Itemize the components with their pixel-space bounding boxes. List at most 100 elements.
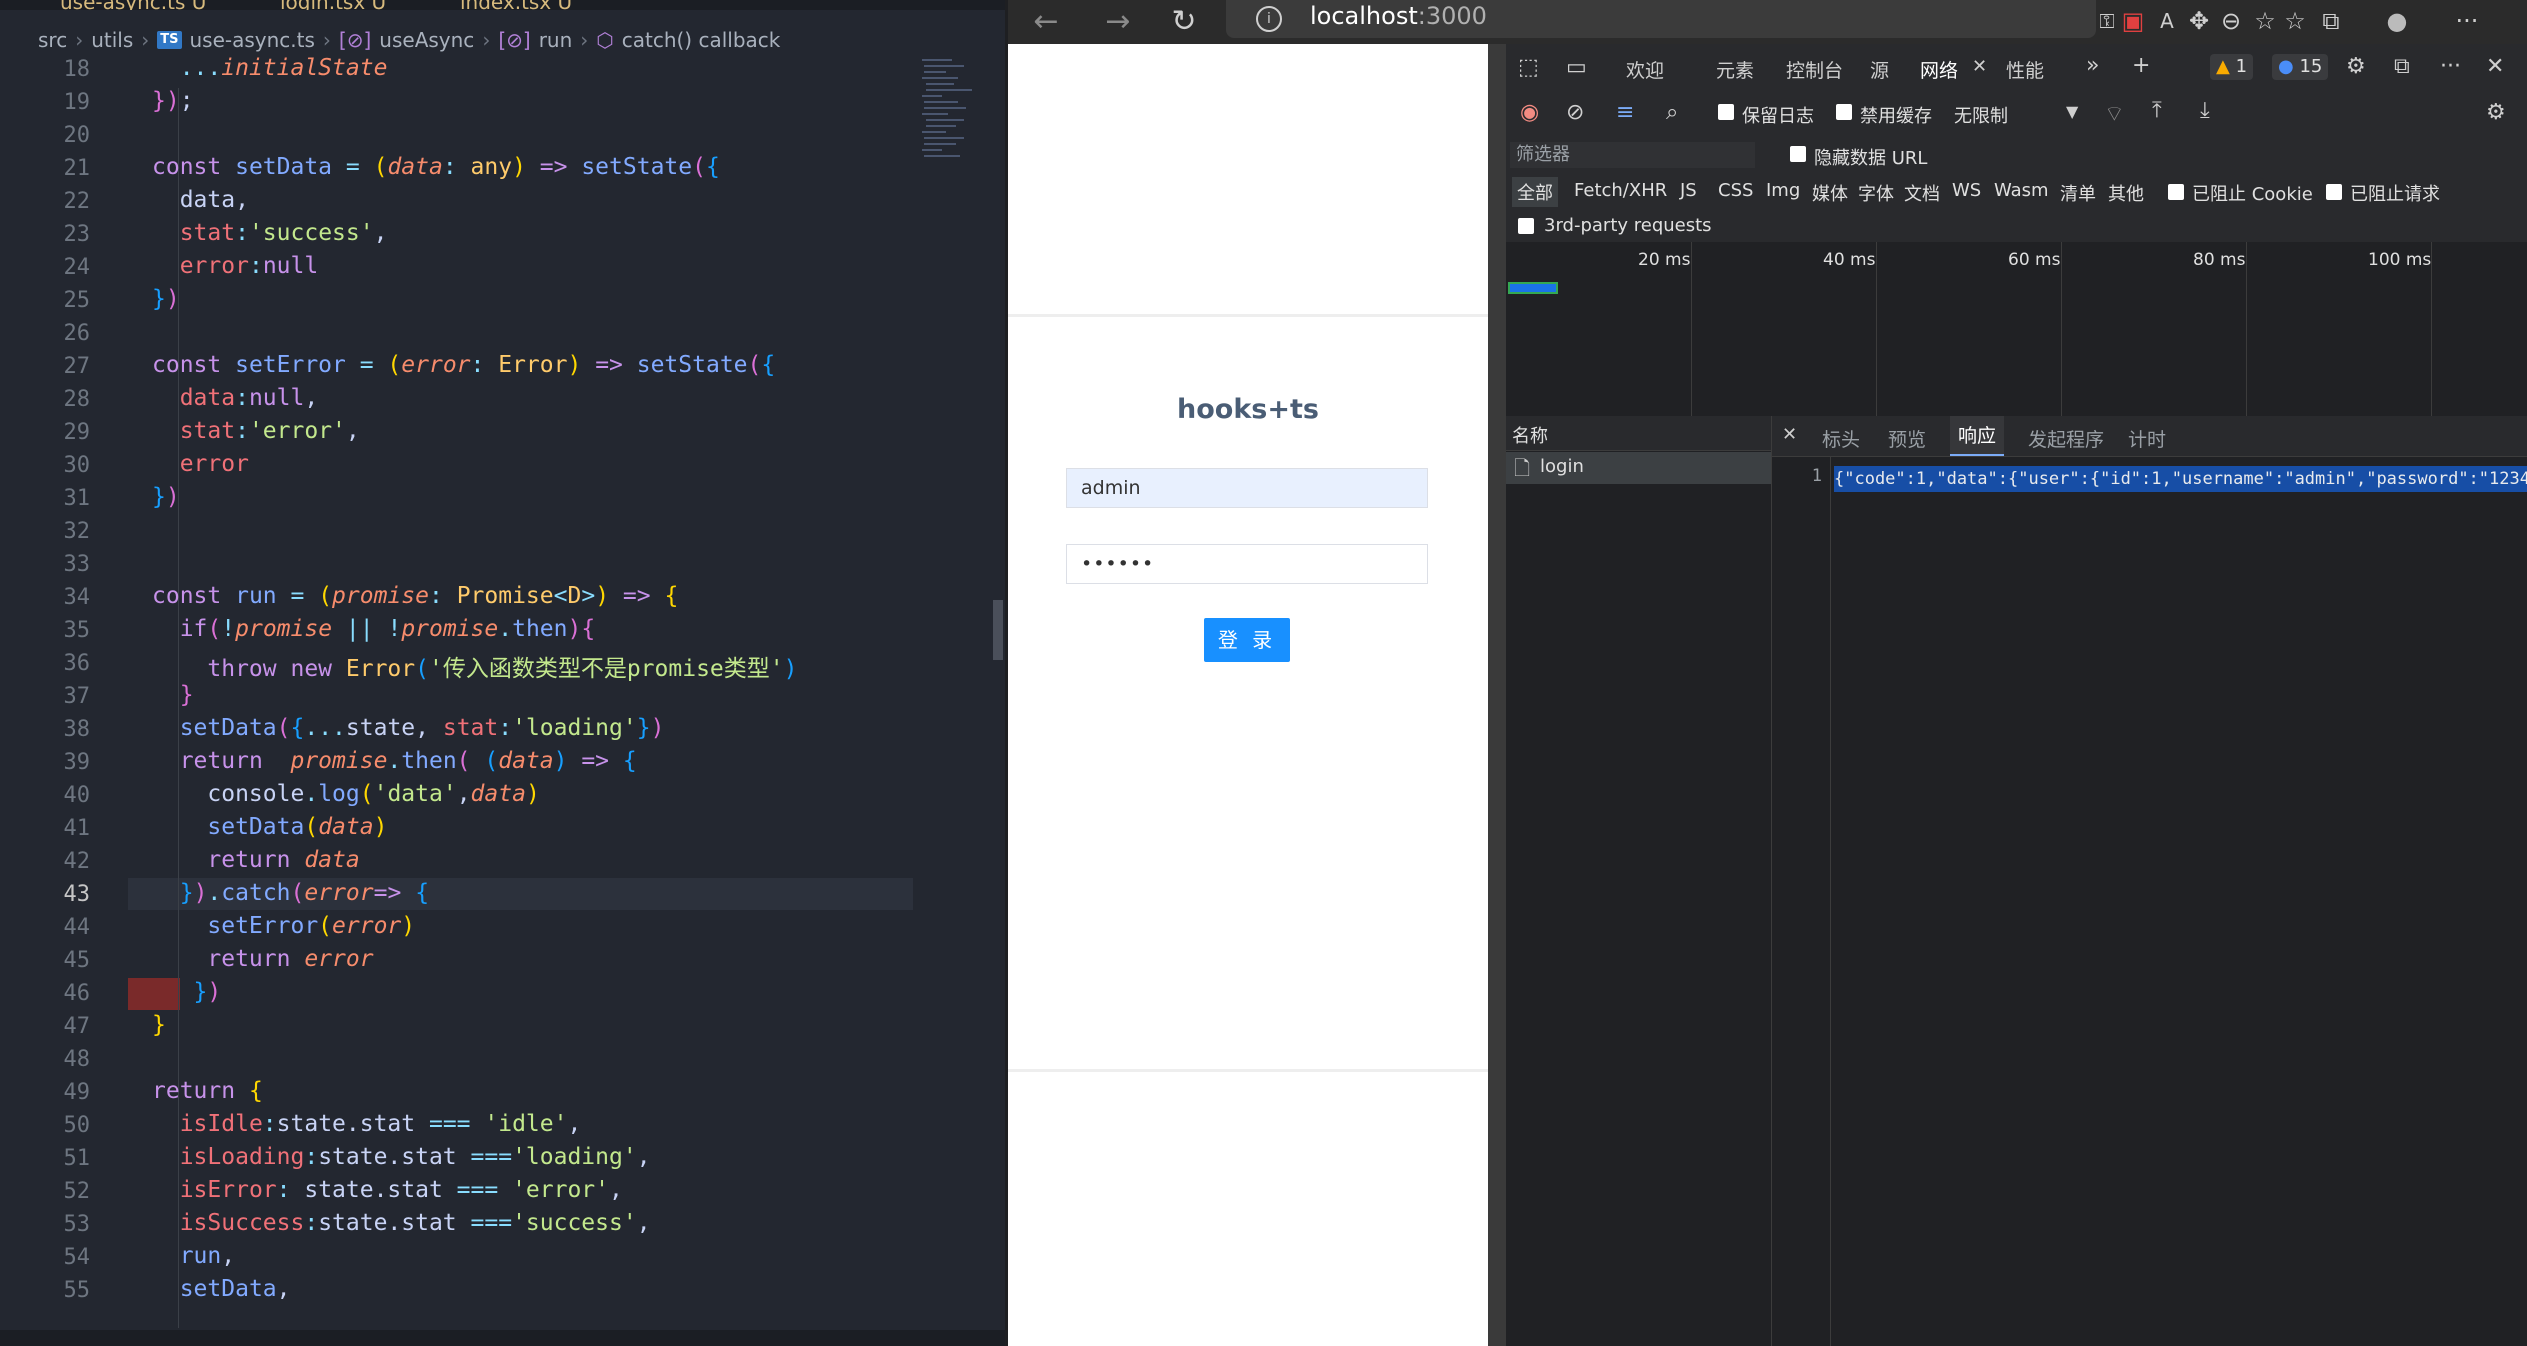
search-icon[interactable]: ⌕ (1666, 100, 1678, 125)
type-filter-ws[interactable]: WS (1952, 180, 1981, 201)
third-party-checkbox[interactable] (1518, 218, 1534, 234)
login-button[interactable]: 登 录 (1204, 618, 1290, 662)
code-line[interactable]: return data (152, 847, 359, 873)
filter-icon[interactable]: ≡ (1616, 100, 1634, 125)
type-filter-media[interactable]: 媒体 (1812, 180, 1848, 206)
type-filter-manifest[interactable]: 清单 (2060, 180, 2096, 206)
extension-icon[interactable]: ▣ (2116, 4, 2150, 38)
code-line[interactable]: isSuccess:state.stat ==='success', (152, 1210, 651, 1236)
blocked-cookies-checkbox[interactable] (2168, 184, 2184, 200)
breadcrumb-item[interactable]: src (38, 28, 67, 52)
favorite-add-icon[interactable]: ☆ (2278, 4, 2312, 38)
code-line[interactable]: isLoading:state.stat ==='loading', (152, 1144, 651, 1170)
code-line[interactable]: if(!promise || !promise.then){ (152, 616, 596, 642)
blocked-requests-checkbox[interactable] (2326, 184, 2342, 200)
network-settings-icon[interactable]: ⚙ (2486, 100, 2506, 125)
zoom-icon[interactable]: ⊖ (2214, 4, 2248, 38)
code-line[interactable]: }) (152, 484, 180, 510)
close-icon[interactable]: ✕ (1972, 56, 1987, 77)
code-line[interactable]: }).catch(error=> { (152, 880, 429, 906)
preserve-log-checkbox[interactable] (1718, 104, 1734, 120)
code-line[interactable]: const setError = (error: Error) => setSt… (152, 352, 775, 378)
detail-tab-preview[interactable]: 预览 (1888, 425, 1926, 452)
type-filter-doc[interactable]: 文档 (1904, 180, 1940, 206)
info-icon[interactable]: i (1256, 6, 1282, 32)
code-line[interactable]: }); (152, 88, 194, 114)
inspect-icon[interactable]: ⬚ (1518, 55, 1539, 80)
code-line[interactable]: isIdle:state.stat === 'idle', (152, 1111, 582, 1137)
type-filter-fetch[interactable]: Fetch/XHR (1574, 180, 1667, 201)
detail-tab-response[interactable]: 响应 (1950, 416, 2005, 456)
favorites-icon[interactable]: ☆ (2248, 4, 2282, 38)
device-toolbar-icon[interactable]: ▭ (1566, 55, 1587, 80)
code-editor[interactable]: use-async.ts U login.tsx U index.tsx U s… (0, 0, 1005, 1346)
breadcrumb-item[interactable]: useAsync (379, 28, 474, 52)
upload-icon[interactable]: ⤒ (2152, 98, 2162, 123)
code-line[interactable]: throw new Error('传入函数类型不是promise类型') (152, 649, 797, 683)
download-icon[interactable]: ⤓ (2200, 98, 2210, 123)
code-line[interactable]: return promise.then( (data) => { (152, 748, 637, 774)
network-timeline[interactable]: 20 ms 40 ms 60 ms 80 ms 100 ms (1506, 242, 2527, 417)
tab-console[interactable]: 控制台 (1786, 56, 1843, 83)
code-line[interactable]: stat:'success', (152, 220, 388, 246)
detail-tab-initiator[interactable]: 发起程序 (2028, 425, 2104, 452)
breadcrumb-item[interactable]: catch() callback (622, 28, 781, 52)
tab-welcome[interactable]: 欢迎 (1626, 56, 1664, 83)
page-scrollbar[interactable] (1488, 44, 1506, 1346)
detail-tab-headers[interactable]: 标头 (1822, 425, 1860, 452)
dock-icon[interactable]: ⧉ (2394, 54, 2410, 79)
editor-scrollbar[interactable] (993, 600, 1003, 660)
disable-cache-checkbox[interactable] (1836, 104, 1852, 120)
code-line[interactable]: const run = (promise: Promise<D>) => { (152, 583, 678, 609)
code-line[interactable]: } (152, 682, 194, 708)
warnings-badge[interactable]: ▲ 1 (2210, 54, 2254, 80)
code-line[interactable]: } (152, 1012, 166, 1038)
avatar[interactable]: ● (2380, 4, 2414, 38)
breadcrumb-item[interactable]: utils (91, 28, 133, 52)
type-filter-other[interactable]: 其他 (2108, 180, 2144, 206)
close-detail-icon[interactable]: ✕ (1782, 424, 1797, 445)
breadcrumb-item[interactable]: run (539, 28, 573, 52)
more-tabs-icon[interactable]: » (2086, 53, 2099, 78)
close-devtools-icon[interactable]: ✕ (2486, 54, 2504, 79)
editor-tab[interactable]: login.tsx U (280, 0, 386, 10)
network-conditions-icon[interactable]: ⌔ (2104, 100, 2125, 128)
type-filter-css[interactable]: CSS (1718, 180, 1753, 201)
code-line[interactable]: setData, (152, 1276, 291, 1302)
filter-input[interactable]: 筛选器 (1510, 142, 1755, 168)
code-line[interactable]: data:null, (152, 385, 319, 411)
response-body[interactable]: {"code":1,"data":{"user":{"id":1,"userna… (1834, 466, 2527, 492)
minimap[interactable] (920, 55, 990, 175)
tab-performance[interactable]: 性能 (2006, 56, 2044, 83)
code-line[interactable]: }) (152, 286, 180, 312)
puzzle-icon[interactable]: ✥ (2182, 4, 2216, 38)
code-line[interactable]: data, (152, 187, 249, 213)
breadcrumb-item[interactable]: use-async.ts (190, 28, 315, 52)
address-bar[interactable]: i localhost:3000 ⚿ A ⊖ ☆ (1226, 0, 2306, 38)
settings-icon[interactable]: ⚙ (2346, 54, 2366, 79)
type-filter-font[interactable]: 字体 (1858, 180, 1894, 206)
reload-icon[interactable]: ↻ (1166, 4, 1202, 40)
username-input[interactable]: admin (1066, 468, 1428, 508)
tab-network[interactable]: 网络 (1911, 56, 1995, 97)
password-input[interactable]: •••••• (1066, 544, 1428, 584)
code-line[interactable]: console.log('data',data) (152, 781, 539, 807)
more-icon[interactable]: ··· (2450, 4, 2484, 38)
record-icon[interactable]: ◉ (1520, 100, 1539, 125)
code-line[interactable]: run, (152, 1243, 235, 1269)
editor-tab[interactable]: index.tsx U (460, 0, 572, 10)
more-icon[interactable]: ··· (2440, 54, 2461, 79)
name-column-header[interactable]: 名称 (1506, 416, 1771, 451)
add-tab-icon[interactable]: + (2132, 53, 2150, 78)
code-line[interactable]: error:null (152, 253, 319, 279)
code-area[interactable]: ...initialState}); const setData = (data:… (152, 55, 932, 1346)
code-line[interactable]: stat:'error', (152, 418, 360, 444)
collections-icon[interactable]: ⧉ (2314, 4, 2348, 38)
request-row[interactable]: 🗋 login (1506, 452, 1771, 484)
type-filter-wasm[interactable]: Wasm (1994, 180, 2049, 201)
back-icon[interactable]: ← (1028, 4, 1064, 40)
code-line[interactable]: }) (152, 979, 222, 1005)
code-line[interactable]: error (152, 451, 249, 477)
messages-badge[interactable]: ● 15 (2272, 54, 2329, 80)
type-filter-js[interactable]: JS (1680, 180, 1697, 201)
